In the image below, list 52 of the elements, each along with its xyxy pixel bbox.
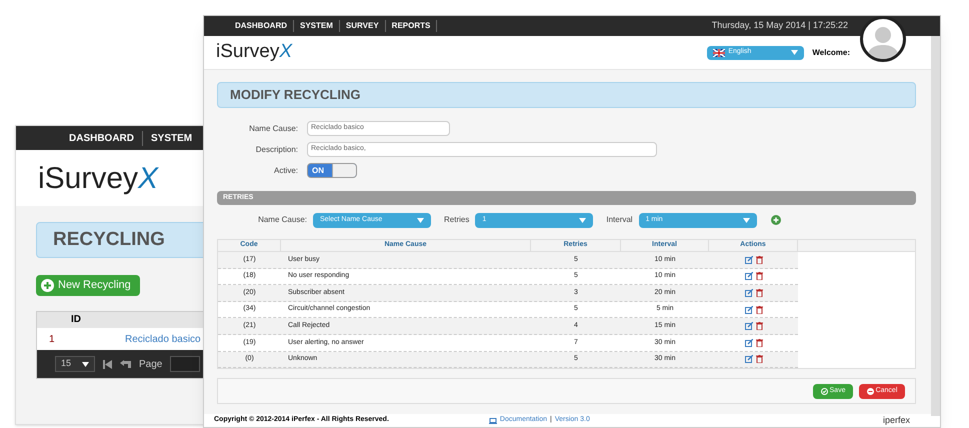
field-label: Active: <box>272 164 299 176</box>
nav-link[interactable]: SURVEY <box>340 20 386 32</box>
page-label: Page <box>139 358 162 372</box>
delete-icon[interactable] <box>756 288 762 297</box>
nav-link[interactable]: SYSTEM <box>142 130 200 146</box>
back-icon[interactable] <box>120 360 131 368</box>
table-cell-text: 1 <box>48 332 56 346</box>
page-header: MODIFY RECYCLING <box>217 82 916 108</box>
nav-link[interactable]: DASHBOARD <box>61 130 142 146</box>
edit-icon[interactable] <box>744 306 752 314</box>
nav-link[interactable]: REPORTS <box>386 20 438 32</box>
row-link[interactable]: Reciclado basico <box>115 332 201 346</box>
edit-icon[interactable] <box>744 355 752 364</box>
check-icon <box>820 388 828 395</box>
delete-icon[interactable] <box>756 322 762 330</box>
new-button[interactable]: New Recycling <box>36 275 140 296</box>
date-time: Thursday, 15 May 2014 | 17:25:22 <box>712 19 848 32</box>
plus-icon <box>41 279 54 292</box>
add-icon[interactable] <box>770 215 781 225</box>
edit-icon[interactable] <box>744 322 752 330</box>
toggle-switch[interactable]: ON <box>307 163 357 178</box>
flag-icon <box>713 48 726 56</box>
nav-link[interactable]: SYSTEM <box>294 20 340 32</box>
filter-label: Interval <box>605 214 634 226</box>
welcome-label: Welcome: <box>812 46 850 58</box>
edit-icon[interactable] <box>744 338 752 347</box>
delete-icon[interactable] <box>756 338 762 347</box>
minus-icon <box>866 388 874 395</box>
caret-icon <box>742 218 750 222</box>
laptop-icon <box>488 418 497 424</box>
first-page-icon[interactable] <box>103 360 112 368</box>
caret-icon <box>579 218 586 222</box>
page-input[interactable] <box>170 356 200 372</box>
delete-icon[interactable] <box>756 355 762 364</box>
caret-icon <box>417 218 424 222</box>
delete-icon[interactable] <box>756 306 762 314</box>
edit-icon[interactable] <box>744 272 752 280</box>
brand-logo: iperfex <box>882 414 910 427</box>
caret-icon <box>82 362 89 366</box>
field-label: Description: <box>254 144 299 156</box>
filter-label: Name Cause: <box>257 214 308 226</box>
edit-icon[interactable] <box>744 288 752 297</box>
delete-icon[interactable] <box>756 256 762 264</box>
logo: iSurveyX <box>216 40 292 64</box>
filter-label: Retries <box>443 214 470 226</box>
delete-icon[interactable] <box>756 272 762 280</box>
caret-icon <box>791 50 798 55</box>
nav-link[interactable]: DASHBOARD <box>229 20 294 32</box>
page-size-select[interactable]: 15 <box>55 356 95 372</box>
edit-icon[interactable] <box>744 256 752 264</box>
logo: iSurveyX <box>38 160 158 196</box>
field-label: Name Cause: <box>248 122 299 134</box>
